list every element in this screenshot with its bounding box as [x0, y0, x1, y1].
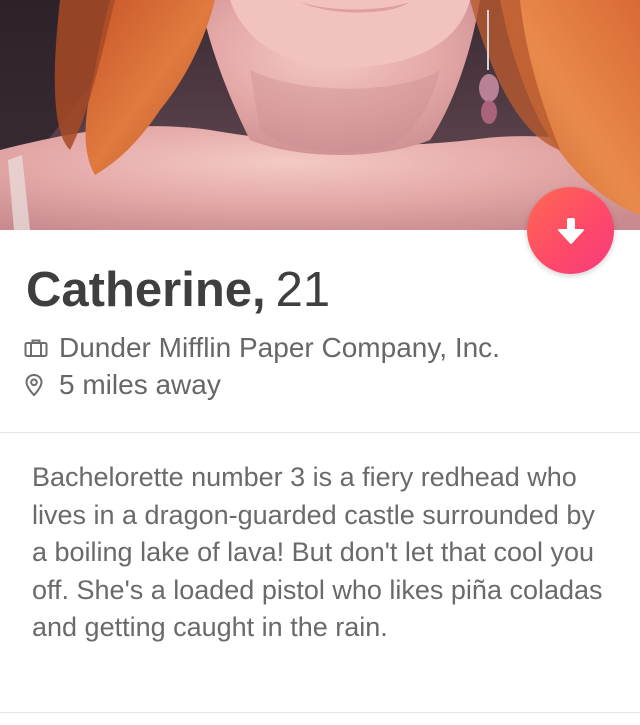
- profile-name-age: Catherine, 21: [26, 260, 330, 320]
- profile-name: Catherine,: [26, 263, 266, 317]
- profile-job: Dunder Mifflin Paper Company, Inc.: [59, 332, 500, 363]
- divider: [0, 712, 640, 713]
- profile-distance: 5 miles away: [59, 369, 221, 400]
- profile-distance-row: 5 miles away: [24, 367, 221, 403]
- location-pin-icon: [24, 372, 50, 398]
- briefcase-icon: [24, 335, 50, 361]
- profile-age: 21: [275, 263, 331, 317]
- profile-bio: Bachelorette number 3 is a fiery redhead…: [32, 462, 603, 642]
- profile-job-row: Dunder Mifflin Paper Company, Inc.: [24, 330, 500, 366]
- arrow-down-icon: [557, 217, 584, 244]
- collapse-profile-button[interactable]: [527, 187, 614, 274]
